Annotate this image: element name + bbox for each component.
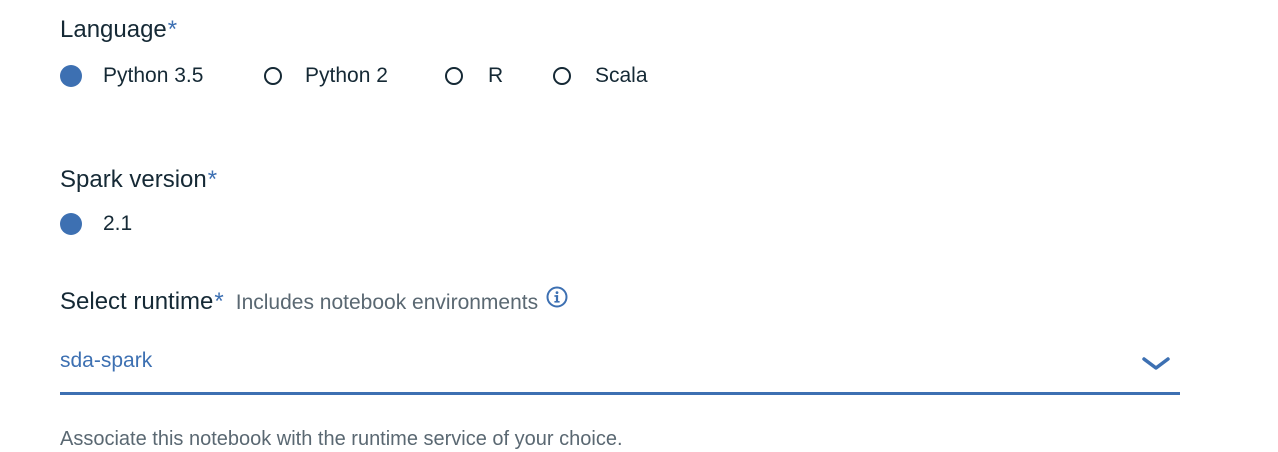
radio-label: R xyxy=(488,64,504,87)
radio-unchecked-icon xyxy=(445,67,463,85)
info-circle-icon[interactable] xyxy=(546,286,568,315)
language-label: Language* xyxy=(60,16,177,44)
radio-spark-2-1[interactable]: 2.1 xyxy=(60,210,132,238)
language-label-text: Language xyxy=(60,16,167,43)
spark-version-label-text: Spark version xyxy=(60,166,207,193)
runtime-helper-text: Associate this notebook with the runtime… xyxy=(60,428,623,450)
radio-python-3-5[interactable]: Python 3.5 xyxy=(60,62,203,90)
radio-label: Scala xyxy=(595,64,648,87)
required-asterisk: * xyxy=(167,16,178,43)
select-runtime-label: Select runtime* Includes notebook environ… xyxy=(60,286,568,317)
required-asterisk: * xyxy=(207,166,218,193)
radio-checked-icon xyxy=(60,213,82,235)
required-asterisk: * xyxy=(214,288,224,315)
runtime-hint: Includes notebook environments xyxy=(235,291,539,314)
radio-r[interactable]: R xyxy=(445,62,503,90)
radio-python-2[interactable]: Python 2 xyxy=(262,62,388,90)
select-runtime-label-text: Select runtime xyxy=(60,288,214,315)
radio-unchecked-icon xyxy=(553,67,571,85)
radio-label: Python 3.5 xyxy=(103,64,204,87)
spark-version-label: Spark version* xyxy=(60,166,217,194)
radio-scala[interactable]: Scala xyxy=(553,62,648,90)
radio-label: 2.1 xyxy=(103,212,133,235)
chevron-down-icon[interactable] xyxy=(1141,355,1171,378)
radio-unchecked-icon xyxy=(264,67,282,85)
radio-checked-icon xyxy=(60,65,82,87)
runtime-select-value: sda-spark xyxy=(60,349,153,372)
radio-label: Python 2 xyxy=(305,64,388,87)
select-underline xyxy=(60,392,1180,395)
